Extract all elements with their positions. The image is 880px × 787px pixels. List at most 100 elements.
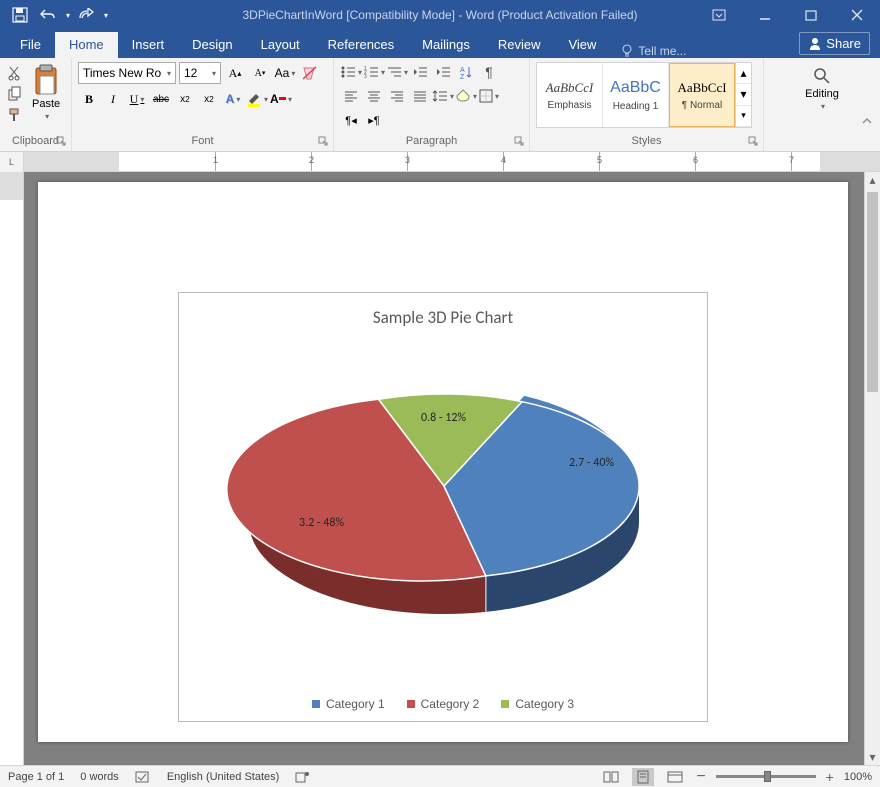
group-clipboard: Paste ▾ Clipboard [0,58,72,151]
spellcheck-icon[interactable] [135,770,151,784]
style-heading1[interactable]: AaBbC Heading 1 [603,63,669,127]
zoom-out-icon[interactable]: − [696,768,705,786]
clear-formatting-icon[interactable] [299,62,321,84]
cut-icon[interactable] [6,64,24,82]
slice-label-cat1: 2.7 - 40% [569,456,614,470]
zoom-slider[interactable] [716,775,816,778]
align-left-icon[interactable] [340,86,362,106]
page[interactable]: Sample 3D Pie Chart [38,182,848,742]
zoom-level[interactable]: 100% [844,771,872,783]
scroll-down-icon[interactable]: ▾ [865,749,880,765]
bold-button[interactable]: B [78,88,100,110]
copy-icon[interactable] [6,85,24,103]
editing-dropdown[interactable]: Editing ▾ [772,62,872,115]
horizontal-ruler[interactable]: L 1 2 3 4 5 6 7 [0,152,880,172]
legend-swatch [312,700,320,708]
text-effects-icon[interactable]: A▾ [222,88,244,110]
change-case-icon[interactable]: Aa▾ [274,62,296,84]
grow-font-icon[interactable]: A▴ [224,62,246,84]
ribbon-display-options-icon[interactable] [696,0,742,30]
macro-record-icon[interactable] [295,770,309,784]
web-layout-icon[interactable] [664,768,686,786]
font-label: Font [78,135,327,149]
tab-home[interactable]: Home [55,32,118,58]
font-family-select[interactable]: Times New Ro▾ [78,62,176,84]
zoom-handle[interactable] [764,771,771,782]
borders-icon[interactable]: ▾ [478,86,500,106]
page-number[interactable]: Page 1 of 1 [8,771,64,783]
dialog-launcher-icon[interactable] [514,136,526,148]
highlight-icon[interactable]: ▾ [246,88,268,110]
tab-view[interactable]: View [554,32,610,58]
font-color-icon[interactable]: A▾ [270,88,292,110]
minimize-icon[interactable] [742,0,788,30]
show-hide-icon[interactable]: ¶ [478,62,500,82]
superscript-button[interactable]: x2 [198,88,220,110]
format-painter-icon[interactable] [6,106,24,124]
maximize-icon[interactable] [788,0,834,30]
tab-insert[interactable]: Insert [118,32,179,58]
bullets-icon[interactable]: ▾ [340,62,362,82]
close-icon[interactable] [834,0,880,30]
legend-item: Category 1 [312,697,385,711]
scroll-thumb[interactable] [867,192,878,392]
italic-button[interactable]: I [102,88,124,110]
chart-object[interactable]: Sample 3D Pie Chart [178,292,708,722]
share-button[interactable]: Share [799,32,870,55]
ruler-tick: 5 [597,155,602,165]
align-right-icon[interactable] [386,86,408,106]
tab-references[interactable]: References [314,32,408,58]
underline-button[interactable]: U▾ [126,88,148,110]
language-status[interactable]: English (United States) [167,771,280,783]
align-center-icon[interactable] [363,86,385,106]
legend-label: Category 2 [421,697,480,711]
ltr-direction-icon[interactable]: ¶◂ [340,110,362,130]
increase-indent-icon[interactable] [432,62,454,82]
dialog-launcher-icon[interactable] [748,136,760,148]
tab-selector[interactable]: L [0,152,24,172]
subscript-button[interactable]: x2 [174,88,196,110]
word-count[interactable]: 0 words [80,771,119,783]
redo-icon[interactable] [74,3,98,27]
styles-more[interactable]: ▴▾▾ [735,63,751,127]
sort-icon[interactable]: AZ [455,62,477,82]
font-size-select[interactable]: 12▾ [179,62,221,84]
dialog-launcher-icon[interactable] [56,136,68,148]
dialog-launcher-icon[interactable] [318,136,330,148]
document-scroll[interactable]: Sample 3D Pie Chart [24,172,880,765]
share-label: Share [826,36,861,51]
save-icon[interactable] [8,3,32,27]
ruler-tick: 4 [501,155,506,165]
line-spacing-icon[interactable]: ▾ [432,86,454,106]
collapse-ribbon-icon[interactable] [860,111,874,133]
undo-icon[interactable] [36,3,60,27]
style-preview: AaBbCcI [677,80,726,96]
read-mode-icon[interactable] [600,768,622,786]
tab-design[interactable]: Design [178,32,246,58]
tab-layout[interactable]: Layout [247,32,314,58]
legend-label: Category 3 [515,697,574,711]
justify-icon[interactable] [409,86,431,106]
shading-icon[interactable]: ▾ [455,86,477,106]
style-preview: AaBbC [610,79,661,97]
print-layout-icon[interactable] [632,768,654,786]
tab-file[interactable]: File [6,32,55,58]
vertical-ruler[interactable] [0,172,24,765]
chart-legend: Category 1 Category 2 Category 3 [199,689,687,711]
vertical-scrollbar[interactable]: ▴ ▾ [864,172,880,765]
style-normal[interactable]: AaBbCcI ¶ Normal [669,63,735,127]
paste-button[interactable]: Paste ▾ [28,62,64,123]
scroll-up-icon[interactable]: ▴ [865,172,880,188]
rtl-direction-icon[interactable]: ▸¶ [363,110,385,130]
tab-review[interactable]: Review [484,32,555,58]
tell-me-search[interactable]: Tell me... [610,44,696,58]
multilevel-list-icon[interactable]: ▾ [386,62,408,82]
strikethrough-button[interactable]: abc [150,88,172,110]
decrease-indent-icon[interactable] [409,62,431,82]
numbering-icon[interactable]: 123▾ [363,62,385,82]
shrink-font-icon[interactable]: A▾ [249,62,271,84]
legend-swatch [407,700,415,708]
style-emphasis[interactable]: AaBbCcI Emphasis [537,63,603,127]
tab-mailings[interactable]: Mailings [408,32,484,58]
zoom-in-icon[interactable]: + [826,769,834,785]
